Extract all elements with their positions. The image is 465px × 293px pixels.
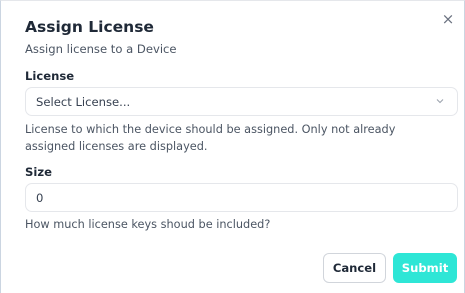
size-help-text: How much license keys shoud be included? bbox=[25, 218, 271, 231]
license-select-value: Select License... bbox=[36, 94, 131, 109]
chevron-down-icon bbox=[436, 99, 444, 104]
submit-button[interactable]: Submit bbox=[393, 253, 457, 283]
size-input-value: 0 bbox=[36, 190, 44, 205]
license-help-text: License to which the device should be as… bbox=[25, 123, 396, 153]
size-label: Size bbox=[25, 165, 52, 179]
dialog-subtitle: Assign license to a Device bbox=[25, 42, 177, 56]
size-input[interactable]: 0 bbox=[25, 183, 458, 212]
license-select[interactable]: Select License... bbox=[25, 87, 458, 116]
dialog-title: Assign License bbox=[25, 18, 154, 36]
close-icon[interactable]: × bbox=[440, 11, 456, 27]
cancel-button[interactable]: Cancel bbox=[323, 253, 386, 283]
assign-license-dialog: × Assign License Assign license to a Dev… bbox=[0, 0, 465, 293]
license-label: License bbox=[25, 69, 75, 83]
